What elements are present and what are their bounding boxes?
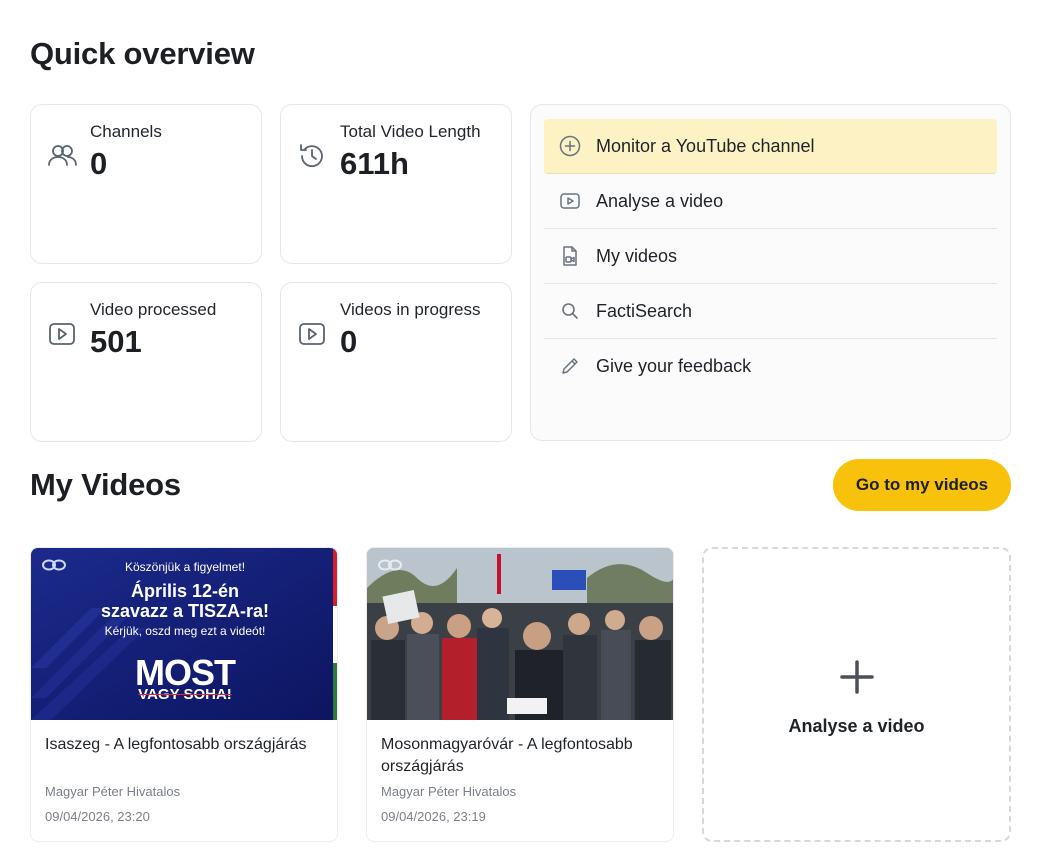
stat-value: 0 (90, 146, 108, 181)
analyse-video-card[interactable]: Analyse a video (702, 547, 1011, 842)
thumbnail-text: VAGY SOHA! (138, 686, 232, 703)
quick-actions-panel: Monitor a YouTube channel Analyse a vide… (530, 104, 1011, 441)
action-feedback[interactable]: Give your feedback (544, 339, 997, 394)
stat-value: 501 (90, 324, 142, 359)
video-icon (47, 319, 77, 349)
video-icon (297, 319, 327, 349)
thumbnail-text: Kérjük, oszd meg ezt a videót! (104, 624, 266, 638)
pencil-icon (559, 355, 581, 377)
action-analyse-video[interactable]: Analyse a video (544, 174, 997, 229)
stat-label: Videos in progress (340, 300, 481, 319)
stat-label: Channels (90, 122, 162, 141)
video-date: 09/04/2026, 23:20 (45, 809, 150, 824)
section-title-my-videos: My Videos (30, 467, 181, 502)
action-label: Analyse a video (596, 191, 724, 211)
page-title: Quick overview (30, 36, 255, 71)
action-label: My videos (596, 246, 678, 266)
action-monitor-channel[interactable]: Monitor a YouTube channel (544, 119, 997, 174)
history-icon (297, 141, 327, 171)
action-label: FactiSearch (596, 301, 693, 321)
video-card[interactable]: Köszönjük a figyelmet! Április 12-én sza… (30, 547, 338, 842)
stat-label: Total Video Length (340, 122, 481, 141)
plus-icon (839, 659, 875, 695)
action-label: Give your feedback (596, 356, 752, 376)
video-channel: Magyar Péter Hivatalos (381, 784, 517, 799)
thumbnail-text: Köszönjük a figyelmet! (124, 560, 246, 574)
stat-card-channels: Channels 0 (30, 104, 262, 264)
action-factisearch[interactable]: FactiSearch (544, 284, 997, 339)
video-channel: Magyar Péter Hivatalos (45, 784, 181, 799)
go-to-my-videos-button[interactable]: Go to my videos (833, 459, 1011, 511)
analyse-video-label: Analyse a video (788, 716, 925, 736)
action-my-videos[interactable]: My videos (544, 229, 997, 284)
thumbnail-text: szavazz a TISZA-ra! (100, 601, 270, 621)
stat-value: 611h (340, 146, 409, 181)
plus-circle-icon (559, 135, 581, 157)
stat-card-total-length: Total Video Length 611h (280, 104, 512, 264)
search-icon (559, 300, 581, 322)
video-thumbnail: Köszönjük a figyelmet! Április 12-én sza… (31, 548, 337, 720)
video-title: Mosonmagyaróvár - A legfontosabb országj… (381, 736, 633, 775)
video-thumbnail (367, 548, 673, 720)
action-label: Monitor a YouTube channel (596, 136, 815, 156)
stat-value: 0 (340, 324, 358, 359)
stat-card-in-progress: Videos in progress 0 (280, 282, 512, 442)
thumbnail-text: Április 12-én (130, 581, 240, 601)
video-title: Isaszeg - A legfontosabb országjárás (45, 736, 307, 753)
file-video-icon (559, 245, 581, 267)
video-icon (559, 190, 581, 212)
video-date: 09/04/2026, 23:19 (381, 809, 486, 824)
users-icon (47, 141, 77, 171)
video-card[interactable]: Mosonmagyaróvár - A legfontosabb országj… (366, 547, 674, 842)
stat-card-processed: Video processed 501 (30, 282, 262, 442)
stat-label: Video processed (90, 300, 217, 319)
